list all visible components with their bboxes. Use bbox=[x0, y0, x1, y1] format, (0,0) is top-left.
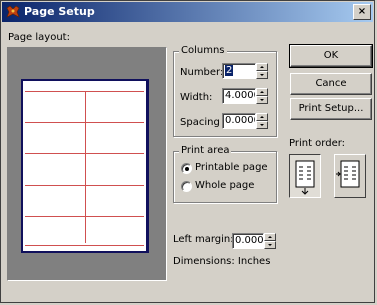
left-margin-spinner[interactable] bbox=[264, 233, 276, 249]
window-title: Page Setup bbox=[24, 5, 95, 18]
close-button[interactable]: × bbox=[353, 4, 371, 20]
width-spinner[interactable] bbox=[256, 88, 268, 104]
spin-down-icon[interactable] bbox=[264, 241, 276, 249]
left-margin-label: Left margin: bbox=[173, 234, 234, 245]
paper-preview bbox=[21, 79, 149, 253]
print-order-across-icon bbox=[336, 160, 360, 188]
printable-page-label[interactable]: Printable page bbox=[195, 162, 268, 173]
spin-down-icon[interactable] bbox=[256, 121, 268, 129]
spin-up-icon[interactable] bbox=[256, 63, 268, 71]
width-label: Width: bbox=[180, 92, 213, 103]
print-order-down-icon bbox=[295, 160, 315, 195]
title-bar: Page Setup × bbox=[2, 2, 373, 22]
column-divider bbox=[85, 91, 86, 243]
row-line bbox=[25, 245, 144, 246]
number-spinner[interactable] bbox=[256, 63, 268, 79]
page-layout-preview bbox=[7, 47, 167, 281]
spin-down-icon[interactable] bbox=[256, 96, 268, 104]
printable-page-radio[interactable] bbox=[181, 163, 192, 174]
spin-up-icon[interactable] bbox=[264, 233, 276, 241]
columns-legend: Columns bbox=[179, 45, 227, 56]
print-order-across-button[interactable] bbox=[334, 154, 366, 198]
page-setup-dialog: Page Setup × Page layout: Columns Number… bbox=[0, 0, 375, 303]
spacing-field[interactable]: 0.0000 bbox=[222, 113, 256, 129]
print-setup-button[interactable]: Print Setup... bbox=[290, 98, 372, 120]
print-area-legend: Print area bbox=[179, 145, 232, 156]
app-icon bbox=[6, 5, 20, 18]
cancel-button[interactable]: Cance bbox=[290, 73, 372, 95]
number-label: Number: bbox=[180, 67, 224, 78]
whole-page-label[interactable]: Whole page bbox=[195, 180, 254, 191]
print-area-group: Print area bbox=[173, 145, 277, 203]
print-order-label: Print order: bbox=[289, 138, 346, 149]
spin-up-icon[interactable] bbox=[256, 88, 268, 96]
dimensions-text: Dimensions: Inches bbox=[173, 256, 271, 267]
page-layout-label: Page layout: bbox=[8, 32, 70, 43]
print-order-down-button[interactable] bbox=[289, 154, 321, 198]
whole-page-radio[interactable] bbox=[181, 181, 192, 192]
spacing-label: Spacing bbox=[180, 117, 220, 128]
spin-down-icon[interactable] bbox=[256, 71, 268, 79]
spin-up-icon[interactable] bbox=[256, 113, 268, 121]
number-field[interactable]: 2 bbox=[222, 63, 256, 79]
left-margin-field[interactable]: 0.0000 bbox=[232, 233, 264, 249]
width-field[interactable]: 4.0000 bbox=[222, 88, 256, 104]
ok-button[interactable]: OK bbox=[289, 44, 373, 68]
spacing-spinner[interactable] bbox=[256, 113, 268, 129]
